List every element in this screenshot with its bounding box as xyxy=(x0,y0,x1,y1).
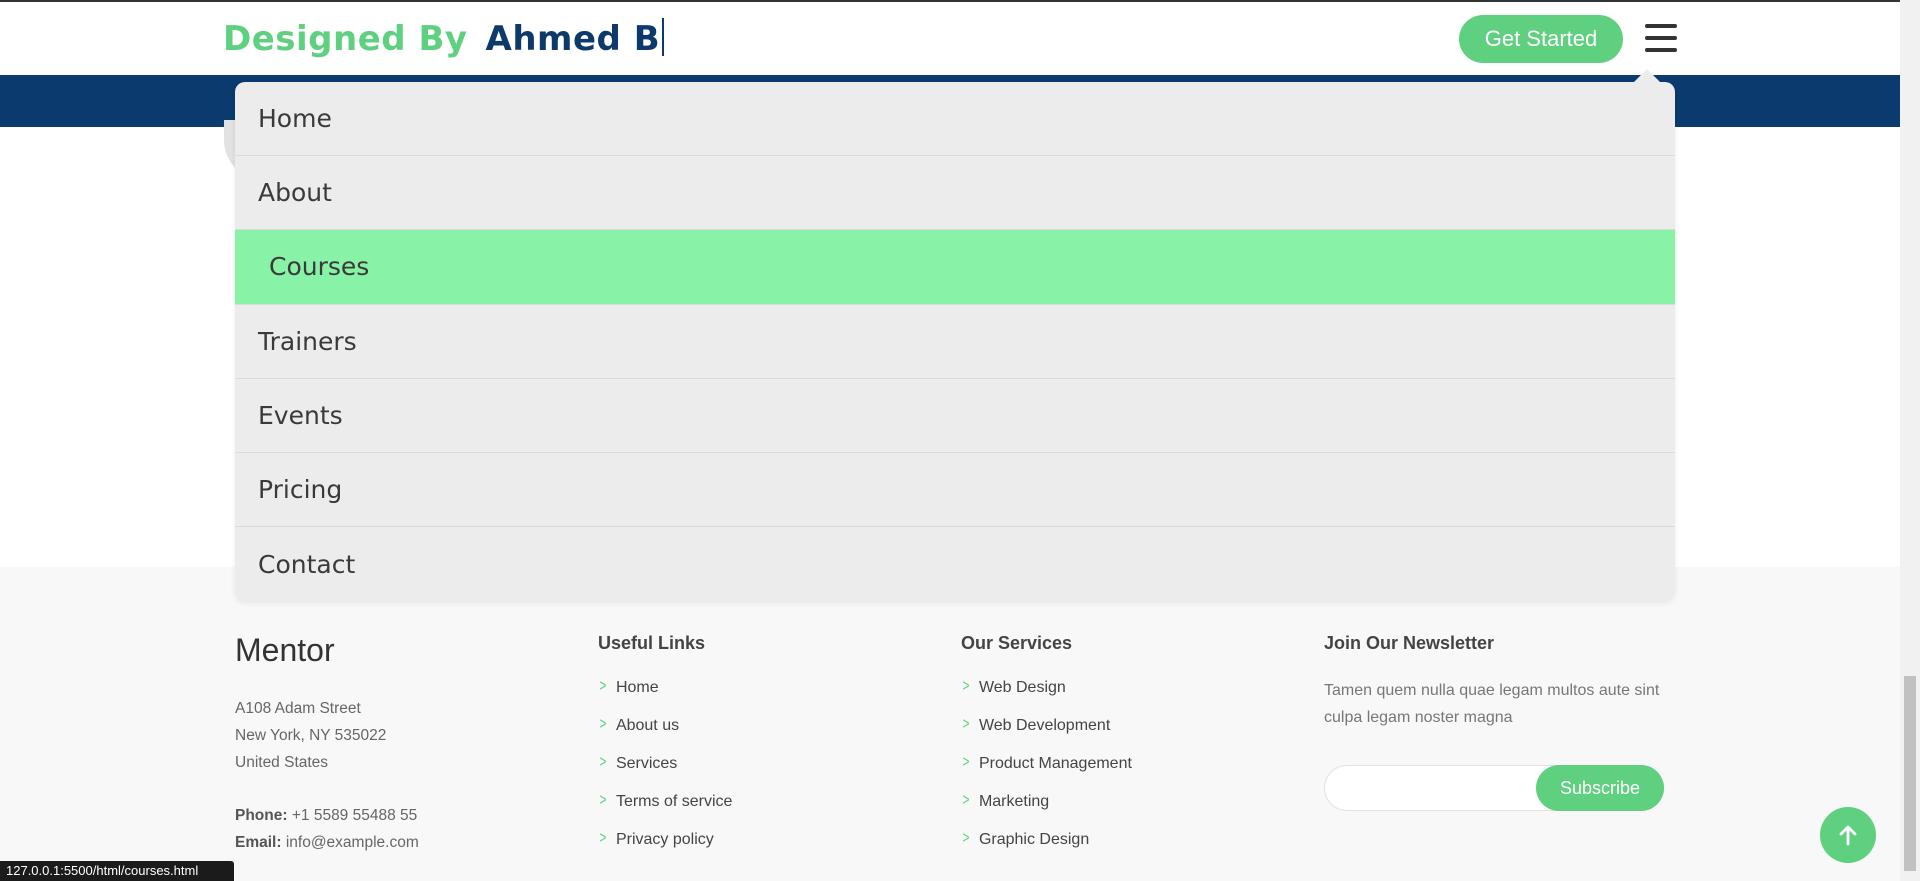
chevron-right-icon: > xyxy=(599,790,607,809)
useful-links-list: > Home > About us > Services > Terms of serv… xyxy=(598,676,733,869)
link-label: Services xyxy=(615,755,678,772)
link-label: Web Development xyxy=(978,717,1111,734)
nav-item-pricing[interactable]: Pricing xyxy=(235,453,1675,528)
chevron-right-icon: > xyxy=(599,752,607,771)
service-link-marketing[interactable]: > Marketing xyxy=(961,790,1132,831)
services-list: > Web Design > Web Development > Product Ma… xyxy=(961,676,1132,869)
footer-address: A108 Adam Street New York, NY 535022 Uni… xyxy=(235,695,386,776)
email-label: Email: xyxy=(235,834,282,851)
link-label: Product Management xyxy=(978,755,1132,772)
link-label: Marketing xyxy=(978,793,1050,810)
logo-name: Ahmed B xyxy=(485,19,661,59)
footer-link-terms[interactable]: > Terms of service xyxy=(598,790,733,831)
chevron-right-icon: > xyxy=(962,752,970,771)
footer-link-about[interactable]: > About us xyxy=(598,714,732,755)
link-label: Terms of service xyxy=(615,793,733,810)
chevron-right-icon: > xyxy=(599,676,607,695)
chevron-right-icon: > xyxy=(599,714,607,733)
useful-links-title: Useful Links xyxy=(598,633,706,653)
mobile-nav-dropdown: Home About Courses Trainers Events Prici… xyxy=(235,82,1675,601)
hamburger-line xyxy=(1645,24,1677,28)
phone-value: +1 5589 55488 55 xyxy=(291,807,418,824)
our-services-title: Our Services xyxy=(961,633,1073,653)
nav-item-home[interactable]: Home xyxy=(235,82,1675,157)
footer-contact: Phone: +1 5589 55488 55 Email: info@exam… xyxy=(235,802,419,856)
logo-prefix: Designed By xyxy=(223,19,468,59)
chevron-right-icon: > xyxy=(962,714,970,733)
service-link-web-design[interactable]: > Web Design xyxy=(961,676,1132,717)
newsletter-form: Subscribe xyxy=(1324,765,1664,811)
newsletter-email-input[interactable] xyxy=(1341,766,1541,810)
footer-link-services[interactable]: > Services xyxy=(598,752,732,793)
address-line: A108 Adam Street xyxy=(235,700,361,717)
get-started-button[interactable]: Get Started xyxy=(1459,15,1623,63)
subscribe-button[interactable]: Subscribe xyxy=(1536,765,1664,811)
site-footer: Mentor A108 Adam Street New York, NY 535… xyxy=(0,567,1900,881)
footer-brand: Mentor xyxy=(235,632,335,668)
address-line: United States xyxy=(235,754,329,771)
link-label: Graphic Design xyxy=(978,831,1090,848)
email-value: info@example.com xyxy=(285,834,419,851)
site-header: Designed By Ahmed B Get Started xyxy=(0,2,1900,75)
back-to-top-button[interactable] xyxy=(1820,807,1876,863)
service-link-product-management[interactable]: > Product Management xyxy=(961,752,1132,793)
arrow-up-icon xyxy=(1839,825,1857,846)
scrollbar-thumb[interactable] xyxy=(1904,676,1916,871)
footer-link-home[interactable]: > Home xyxy=(598,676,732,717)
chevron-right-icon: > xyxy=(962,676,970,695)
link-label: Privacy policy xyxy=(615,831,714,848)
text-caret xyxy=(662,18,665,56)
link-label: Home xyxy=(615,679,659,696)
nav-item-about[interactable]: About xyxy=(235,156,1675,231)
hamburger-line xyxy=(1645,36,1677,40)
service-link-web-development[interactable]: > Web Development xyxy=(961,714,1132,755)
hamburger-line xyxy=(1645,48,1677,52)
phone-label: Phone: xyxy=(235,807,288,824)
chevron-right-icon: > xyxy=(962,828,970,847)
nav-item-events[interactable]: Events xyxy=(235,379,1675,453)
nav-item-contact[interactable]: Contact xyxy=(235,527,1675,601)
link-label: Web Design xyxy=(978,679,1066,696)
newsletter-title: Join Our Newsletter xyxy=(1324,633,1495,653)
nav-item-trainers[interactable]: Trainers xyxy=(235,305,1675,379)
footer-link-privacy[interactable]: > Privacy policy xyxy=(598,828,732,869)
status-bar-url: 127.0.0.1:5500/html/courses.html xyxy=(0,861,234,881)
service-link-graphic-design[interactable]: > Graphic Design xyxy=(961,828,1132,869)
chevron-right-icon: > xyxy=(962,790,970,809)
chevron-right-icon: > xyxy=(599,828,607,847)
hamburger-icon[interactable] xyxy=(1645,24,1677,52)
dropdown-pointer xyxy=(1633,69,1661,83)
newsletter-text: Tamen quem nulla quae legam multos aute … xyxy=(1324,682,1660,726)
logo[interactable]: Designed By Ahmed B xyxy=(223,18,665,59)
nav-item-courses[interactable]: Courses xyxy=(235,230,1675,305)
link-label: About us xyxy=(615,717,680,734)
address-line: New York, NY 535022 xyxy=(235,727,387,744)
